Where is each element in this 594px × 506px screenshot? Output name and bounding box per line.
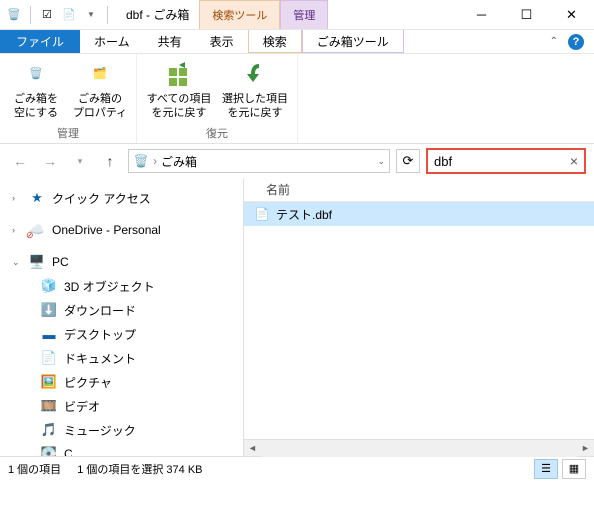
address-bar[interactable]: 🗑️ › ごみ箱 ⌄	[128, 149, 390, 173]
pc-icon: 🖥️	[28, 253, 46, 271]
sidebar-item-3d[interactable]: 🧊 3D オブジェクト	[0, 274, 243, 298]
pictures-icon: 🖼️	[40, 373, 58, 391]
restore-all-icon	[163, 58, 195, 90]
file-name: テスト.dbf	[276, 206, 332, 223]
nav-up-button[interactable]: ↑	[98, 149, 122, 173]
qat-new-folder-icon[interactable]: 📄	[61, 7, 77, 23]
ribbon-empty-bin[interactable]: 🗑️ ごみ箱を 空にする	[6, 58, 66, 123]
sidebar-onedrive[interactable]: › ☁️⊘ OneDrive - Personal	[0, 218, 243, 242]
maximize-button[interactable]: ☐	[504, 0, 549, 30]
desktop-icon: ▬	[40, 325, 58, 343]
sidebar-item-downloads[interactable]: ⬇️ ダウンロード	[0, 298, 243, 322]
clear-search-icon[interactable]: ×	[570, 153, 578, 169]
horizontal-scrollbar[interactable]: ◄ ►	[244, 439, 594, 456]
ribbon-restore-all[interactable]: すべての項目 を元に戻す	[143, 58, 215, 123]
empty-bin-icon: 🗑️	[20, 58, 52, 90]
sidebar-item-videos[interactable]: 🎞️ ビデオ	[0, 394, 243, 418]
view-large-icons-button[interactable]: ▦	[562, 459, 586, 479]
sidebar-item-drive-c[interactable]: 💽 C	[0, 442, 243, 456]
address-row: ← → ▾ ↑ 🗑️ › ごみ箱 ⌄ ⟳ dbf ×	[0, 144, 594, 178]
file-list-pane: 名前 📄 テスト.dbf ◄ ►	[244, 178, 594, 456]
chevron-down-icon[interactable]: ⌄	[12, 257, 22, 268]
scroll-left-icon[interactable]: ◄	[244, 440, 261, 457]
sidebar-item-pictures[interactable]: 🖼️ ピクチャ	[0, 370, 243, 394]
sidebar-quick-access[interactable]: › ★ クイック アクセス	[0, 186, 243, 210]
close-button[interactable]: ✕	[549, 0, 594, 30]
documents-icon: 📄	[40, 349, 58, 367]
onedrive-icon: ☁️⊘	[28, 221, 46, 239]
file-icon: 📄	[254, 206, 270, 222]
properties-icon: 🗂️	[84, 58, 116, 90]
recycle-bin-icon: 🗑️	[6, 7, 22, 23]
sidebar-item-documents[interactable]: 📄 ドキュメント	[0, 346, 243, 370]
scroll-right-icon[interactable]: ►	[577, 440, 594, 457]
sidebar-item-music[interactable]: 🎵 ミュージック	[0, 418, 243, 442]
qat-dropdown-icon[interactable]: ▼	[83, 7, 99, 23]
ribbon-group-restore: 復元	[206, 123, 228, 143]
3d-objects-icon: 🧊	[40, 277, 58, 295]
ribbon-restore-selected[interactable]: 選択した項目 を元に戻す	[219, 58, 291, 123]
status-selection: 1 個の項目を選択 374 KB	[77, 461, 202, 477]
breadcrumb-location[interactable]: ごみ箱	[161, 153, 197, 170]
refresh-button[interactable]: ⟳	[396, 149, 420, 173]
sidebar-pc[interactable]: ⌄ 🖥️ PC	[0, 250, 243, 274]
title-bar: 🗑️ ☑ 📄 ▼ dbf - ごみ箱 検索ツール 管理 ─ ☐ ✕	[0, 0, 594, 30]
navigation-pane[interactable]: › ★ クイック アクセス › ☁️⊘ OneDrive - Personal …	[0, 178, 244, 456]
view-details-button[interactable]: ☰	[534, 459, 558, 479]
nav-recent-dropdown[interactable]: ▾	[68, 149, 92, 173]
chevron-right-icon[interactable]: ›	[12, 193, 22, 203]
address-dropdown-icon[interactable]: ⌄	[377, 156, 385, 167]
breadcrumb-separator: ›	[153, 154, 157, 168]
menu-home[interactable]: ホーム	[80, 30, 144, 53]
menu-file[interactable]: ファイル	[0, 30, 80, 53]
menu-view[interactable]: 表示	[196, 30, 248, 53]
drive-icon: 💽	[40, 445, 58, 456]
window-title: dbf - ごみ箱	[116, 0, 199, 29]
chevron-right-icon[interactable]: ›	[12, 225, 22, 235]
menu-bar: ファイル ホーム 共有 表示 検索 ごみ箱ツール ⌃ ?	[0, 30, 594, 54]
downloads-icon: ⬇️	[40, 301, 58, 319]
nav-forward-button[interactable]: →	[38, 149, 62, 173]
nav-back-button[interactable]: ←	[8, 149, 32, 173]
ribbon: 🗑️ ごみ箱を 空にする 🗂️ ごみ箱の プロパティ 管理 すべての項目 を元に…	[0, 54, 594, 144]
menu-share[interactable]: 共有	[144, 30, 196, 53]
menu-search[interactable]: 検索	[248, 30, 302, 53]
star-icon: ★	[28, 189, 46, 207]
help-icon[interactable]: ?	[568, 34, 584, 50]
status-item-count: 1 個の項目	[8, 461, 61, 477]
sidebar-item-desktop[interactable]: ▬ デスクトップ	[0, 322, 243, 346]
ribbon-bin-properties[interactable]: 🗂️ ごみ箱の プロパティ	[70, 58, 130, 123]
restore-selected-icon	[239, 58, 271, 90]
recycle-bin-icon: 🗑️	[133, 153, 149, 169]
music-icon: 🎵	[40, 421, 58, 439]
contextual-tab-manage[interactable]: 管理	[280, 0, 328, 29]
minimize-button[interactable]: ─	[459, 0, 504, 30]
search-input[interactable]: dbf ×	[426, 148, 586, 174]
qat-checkbox-icon[interactable]: ☑	[39, 7, 55, 23]
file-row[interactable]: 📄 テスト.dbf	[244, 202, 594, 226]
menu-trash-tools[interactable]: ごみ箱ツール	[302, 30, 404, 53]
status-bar: 1 個の項目 1 個の項目を選択 374 KB ☰ ▦	[0, 456, 594, 480]
contextual-tab-search[interactable]: 検索ツール	[199, 0, 280, 29]
column-header-name[interactable]: 名前	[244, 178, 594, 202]
videos-icon: 🎞️	[40, 397, 58, 415]
ribbon-group-manage: 管理	[57, 123, 79, 143]
search-value: dbf	[434, 154, 570, 169]
ribbon-collapse-icon[interactable]: ⌃	[550, 36, 558, 47]
